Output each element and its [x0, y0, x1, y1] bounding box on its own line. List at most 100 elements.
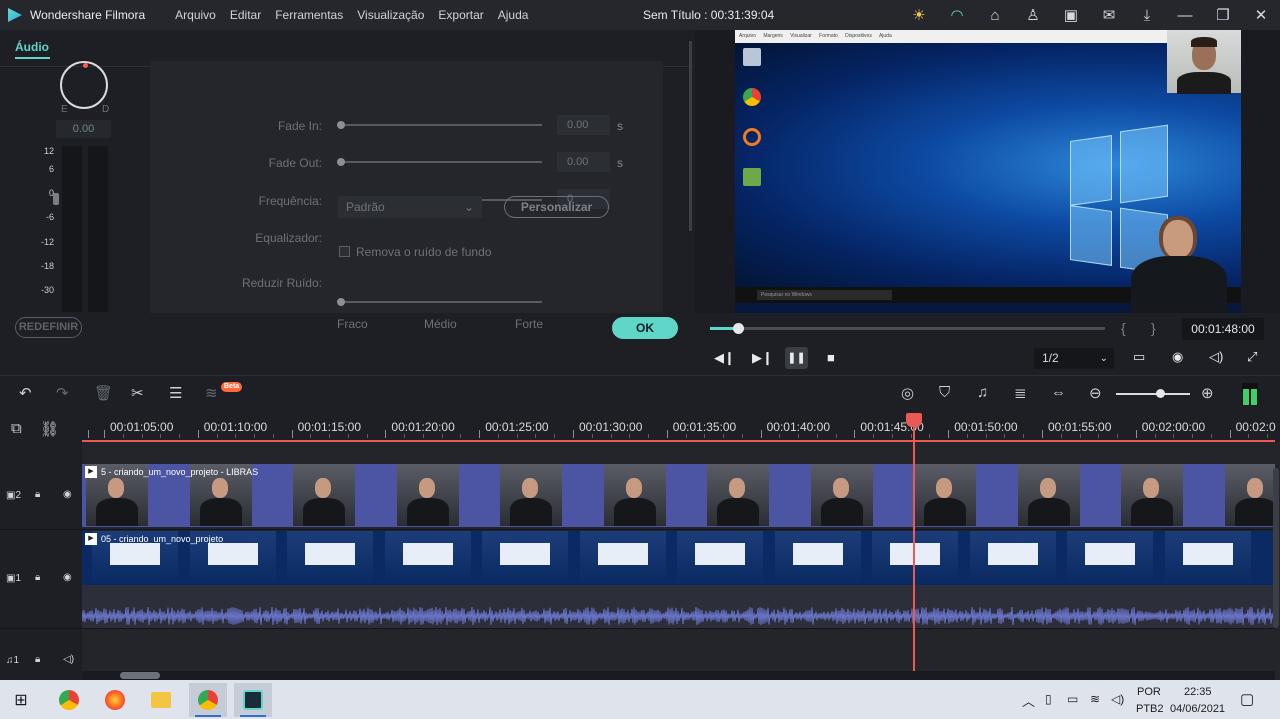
- eye-icon[interactable]: ◉: [63, 572, 72, 583]
- lightbulb-icon[interactable]: ☀: [900, 6, 938, 24]
- volume-icon[interactable]: ◁): [1209, 349, 1223, 365]
- fade-out-slider[interactable]: [339, 161, 542, 163]
- playback-quality-select[interactable]: 1/2 ⌄: [1034, 348, 1114, 369]
- restore-button[interactable]: ❐: [1204, 6, 1242, 24]
- playback-progress-track[interactable]: [710, 327, 1105, 330]
- ruler-subtick: [329, 434, 331, 438]
- minimize-button[interactable]: —: [1166, 7, 1204, 24]
- playhead-handle[interactable]: [906, 413, 922, 427]
- windows-logo-pane: [1120, 124, 1168, 204]
- battery-icon[interactable]: ▭: [1067, 692, 1078, 706]
- user-icon[interactable]: ♙: [1014, 6, 1052, 24]
- video-clip-main[interactable]: ▶ 05 - criando_um_novo_projeto: [82, 531, 1275, 585]
- playback-handle[interactable]: [732, 323, 744, 334]
- fit-icon[interactable]: ⇔: [1051, 384, 1066, 401]
- customize-button[interactable]: Personalizar: [504, 196, 609, 218]
- timeline-vertical-scrollbar[interactable]: [1273, 468, 1279, 628]
- undo-icon[interactable]: ↶: [19, 384, 32, 402]
- render-icon[interactable]: ◎: [901, 384, 914, 402]
- redo-icon[interactable]: ↷: [56, 384, 69, 402]
- fade-out-field[interactable]: 0.00: [557, 152, 610, 172]
- scroll-thumb[interactable]: [120, 672, 160, 679]
- menu-exportar[interactable]: Exportar: [438, 8, 483, 22]
- zoom-out-icon[interactable]: ⊖: [1089, 384, 1102, 402]
- lock-icon[interactable]: 🔒︎: [35, 572, 40, 583]
- menu-ferramentas[interactable]: Ferramentas: [275, 8, 343, 22]
- noise-handle[interactable]: [337, 298, 345, 306]
- interpreter-head: [1163, 220, 1193, 258]
- firefox-taskbar[interactable]: [96, 683, 134, 717]
- language-indicator[interactable]: POR: [1137, 686, 1161, 698]
- add-track-icon[interactable]: ⧉: [11, 420, 22, 437]
- fade-in-handle[interactable]: [337, 121, 345, 129]
- monitor-icon[interactable]: ▭: [1133, 349, 1145, 365]
- zoom-slider[interactable]: [1116, 393, 1190, 395]
- delete-icon[interactable]: 🗑: [94, 384, 113, 402]
- reset-button[interactable]: REDEFINIR: [15, 317, 82, 338]
- microphone-icon[interactable]: ♫: [977, 384, 988, 401]
- start-button[interactable]: ⊞: [2, 683, 40, 717]
- pan-value-field[interactable]: 0.00: [56, 120, 111, 138]
- menu-editar[interactable]: Editar: [230, 8, 261, 22]
- timeline-horizontal-scrollbar[interactable]: [82, 671, 1275, 680]
- lock-icon[interactable]: 🔒︎: [35, 489, 40, 500]
- noise-checkbox[interactable]: [339, 246, 350, 257]
- chevron-down-icon: ⌄: [1099, 353, 1108, 364]
- menu-ajuda[interactable]: Ajuda: [498, 8, 529, 22]
- fade-in-slider[interactable]: [339, 124, 542, 126]
- cut-icon[interactable]: ✂: [131, 384, 144, 402]
- eye-icon[interactable]: ◉: [63, 489, 72, 500]
- explorer-taskbar[interactable]: [142, 683, 180, 717]
- playhead[interactable]: [913, 413, 915, 671]
- voiceover-icon[interactable]: ≣: [1014, 384, 1027, 402]
- app-icon: [743, 128, 761, 146]
- lock-icon[interactable]: 🔒︎: [35, 654, 40, 665]
- menu-arquivo[interactable]: Arquivo: [175, 8, 216, 22]
- wifi-icon[interactable]: ≋: [1090, 692, 1100, 706]
- menu-visualizacao[interactable]: Visualização: [357, 8, 424, 22]
- save-icon[interactable]: ▣: [1052, 6, 1090, 24]
- notification-icon[interactable]: ▢: [1240, 690, 1254, 708]
- chrome-taskbar[interactable]: [50, 683, 88, 717]
- volume-slider-handle[interactable]: [53, 193, 59, 205]
- clock-date[interactable]: 04/06/2021: [1170, 703, 1225, 715]
- tab-underline: [15, 57, 50, 59]
- meter-scale: 12 6 0 -6 -12 -18 -30: [34, 146, 54, 311]
- marker-icon[interactable]: ⛉: [939, 384, 950, 401]
- headset-icon[interactable]: ◠: [938, 6, 976, 24]
- video-clip-libras[interactable]: ▶ 5 - criando_um_novo_projeto - LIBRAS: [82, 464, 1275, 527]
- close-button[interactable]: ✕: [1242, 6, 1280, 24]
- filmora-taskbar[interactable]: [234, 683, 272, 717]
- pan-knob[interactable]: [60, 61, 108, 109]
- zoom-in-icon[interactable]: ⊕: [1201, 384, 1214, 402]
- noise-slider[interactable]: [339, 301, 542, 303]
- mail-icon[interactable]: ✉: [1090, 6, 1128, 24]
- link-icon[interactable]: ⛓: [40, 420, 59, 438]
- prev-frame-icon[interactable]: ◀❙: [714, 350, 735, 366]
- mark-out-icon[interactable]: }: [1151, 320, 1156, 336]
- chrome-taskbar-active[interactable]: [189, 683, 227, 717]
- clock-time[interactable]: 22:35: [1184, 686, 1212, 698]
- gift-icon[interactable]: ⌂: [976, 7, 1014, 24]
- meter-scale-label: -12: [40, 237, 54, 247]
- speaker-icon[interactable]: ◁): [1111, 692, 1124, 706]
- keyboard-layout[interactable]: PTB2: [1136, 703, 1164, 715]
- touch-icon[interactable]: ▯: [1045, 692, 1052, 706]
- ok-button[interactable]: OK: [612, 317, 678, 339]
- pause-button[interactable]: ❚❚: [785, 347, 808, 369]
- camera-snapshot-icon[interactable]: ◉: [1172, 349, 1183, 365]
- fade-out-handle[interactable]: [337, 158, 345, 166]
- fullscreen-icon[interactable]: ⤢: [1247, 349, 1257, 365]
- adjust-icon[interactable]: ☰: [169, 384, 182, 402]
- chevron-up-icon[interactable]: ︿: [1022, 691, 1035, 710]
- tab-audio[interactable]: Áudio: [15, 40, 49, 54]
- equalizer-select[interactable]: Padrão ⌄: [338, 196, 482, 218]
- audio-wave-icon[interactable]: ≋: [205, 384, 218, 402]
- stop-icon[interactable]: ■: [827, 350, 835, 365]
- mark-in-icon[interactable]: {: [1121, 320, 1126, 336]
- speaker-icon[interactable]: ◁): [63, 654, 74, 665]
- play-icon[interactable]: ▶❙: [752, 350, 773, 366]
- download-icon[interactable]: ⤓: [1128, 7, 1166, 24]
- panel-scrollbar[interactable]: [689, 41, 692, 231]
- fade-in-field[interactable]: 0.00: [557, 115, 610, 135]
